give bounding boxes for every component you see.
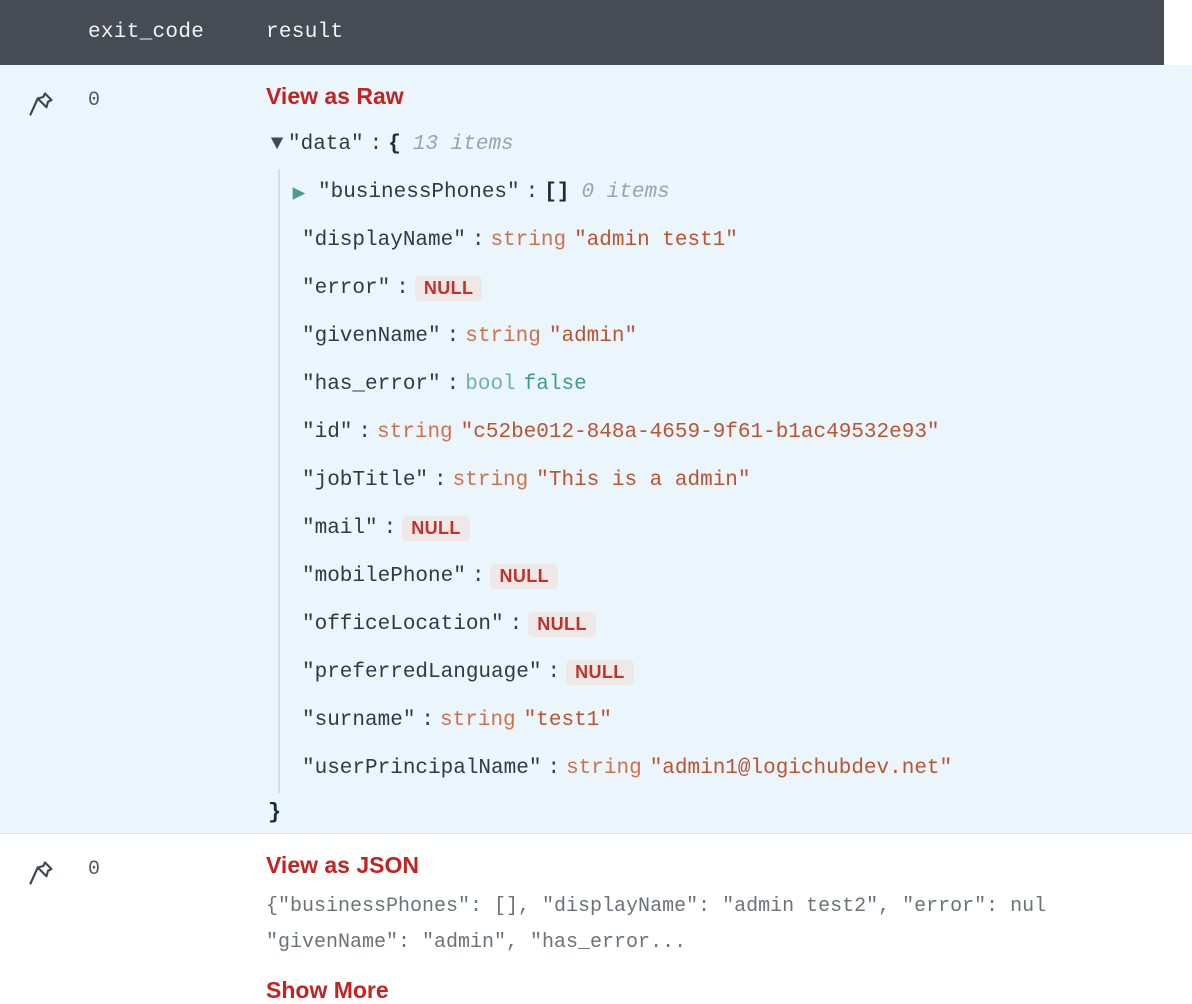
json-key: "userPrincipalName" <box>302 757 542 781</box>
json-node-businessPhones[interactable]: ▶ "businessPhones" : [] 0 items <box>288 169 1192 217</box>
json-key: "has_error" <box>302 373 441 397</box>
json-colon: : <box>547 661 561 685</box>
json-key: "mail" <box>302 517 378 541</box>
json-type-label: string <box>440 709 516 733</box>
json-node-givenName: "givenName" : string "admin" <box>288 313 1192 361</box>
json-key: "surname" <box>302 709 416 733</box>
json-value: "c52be012-848a-4659-9f61-b1ac49532e93" <box>460 421 940 445</box>
json-type-label: bool <box>465 373 516 397</box>
json-tree-children: ▶ "businessPhones" : [] 0 items "display… <box>266 168 1192 793</box>
result-cell-json: View as JSON {"businessPhones": [], "dis… <box>266 834 1192 1004</box>
json-empty-array: [] <box>544 181 570 205</box>
json-node-officeLocation: "officeLocation" : NULL <box>288 601 1192 649</box>
json-type-label: string <box>452 469 529 493</box>
table-row: 0 View as JSON {"businessPhones": [], "d… <box>0 832 1192 1004</box>
json-colon: : <box>525 181 539 205</box>
json-value: false <box>523 373 587 397</box>
json-null-badge: NULL <box>566 660 634 686</box>
result-table: exit_code result 0 View as Raw ▼ "data" … <box>0 0 1192 1004</box>
json-colon: : <box>396 277 409 301</box>
json-item-count: 13 items <box>412 133 514 157</box>
pin-icon[interactable] <box>26 89 56 124</box>
json-key: "businessPhones" <box>318 181 520 205</box>
json-key-data: "data" <box>288 133 364 157</box>
json-null-badge: NULL <box>402 516 470 542</box>
pin-icon[interactable] <box>26 858 56 893</box>
json-node-surname: "surname" : string "test1" <box>288 697 1192 745</box>
json-colon: : <box>471 229 485 253</box>
tree-guide-line <box>278 168 280 793</box>
json-colon: : <box>446 325 460 349</box>
pin-cell[interactable] <box>0 65 88 124</box>
json-null-badge: NULL <box>490 564 559 590</box>
json-null-badge: NULL <box>414 276 483 302</box>
json-type-label: string <box>490 229 567 253</box>
json-key: "jobTitle" <box>302 469 429 493</box>
chevron-right-icon[interactable]: ▶ <box>288 180 310 206</box>
json-value: "admin" <box>548 325 638 349</box>
json-node-mail: "mail" : NULL <box>288 505 1192 553</box>
exit-code-value: 0 <box>88 89 101 112</box>
json-node-preferredLanguage: "preferredLanguage" : NULL <box>288 649 1192 697</box>
json-value: "test1" <box>523 709 612 733</box>
json-node-id: "id" : string "c52be012-848a-4659-9f61-b… <box>288 409 1192 457</box>
json-type-label: string <box>377 421 453 445</box>
table-row: 0 View as Raw ▼ "data" : { 13 items ▶ "b… <box>0 65 1192 833</box>
json-colon: : <box>421 709 435 733</box>
json-value: "This is a admin" <box>536 469 751 493</box>
json-type-label: string <box>566 757 642 781</box>
json-colon: : <box>446 373 460 397</box>
json-node-userPrincipalName: "userPrincipalName" : string "admin1@log… <box>288 745 1192 793</box>
view-as-raw-link[interactable]: View as Raw <box>266 83 404 111</box>
exit-code-value: 0 <box>88 857 101 881</box>
json-key: "officeLocation" <box>302 613 504 637</box>
column-header-exit-code[interactable]: exit_code <box>88 21 266 44</box>
json-preview-line-2: "givenName": "admin", "has_error... <box>266 931 687 955</box>
json-key: "error" <box>302 277 391 301</box>
json-value: "admin test1" <box>574 229 738 253</box>
view-as-json-link[interactable]: View as JSON <box>266 852 419 880</box>
table-header-row: exit_code result <box>0 0 1164 65</box>
json-colon: : <box>547 757 561 781</box>
json-colon: : <box>434 469 447 493</box>
json-null-badge: NULL <box>528 612 596 638</box>
pin-cell[interactable] <box>0 834 88 893</box>
json-tree: ▼ "data" : { 13 items ▶ "businessPhones"… <box>266 121 1192 833</box>
json-node-mobilePhone: "mobilePhone" : NULL <box>288 553 1192 601</box>
json-node-jobTitle: "jobTitle" : string "This is a admin" <box>288 457 1192 505</box>
json-key: "givenName" <box>302 325 441 349</box>
json-key: "id" <box>302 421 353 445</box>
json-key: "displayName" <box>302 229 466 253</box>
json-node-displayName: "displayName" : string "admin test1" <box>288 217 1192 265</box>
json-node-has_error: "has_error" : bool false <box>288 361 1192 409</box>
json-colon: : <box>369 133 383 157</box>
show-more-link[interactable]: Show More <box>266 977 389 1004</box>
json-tree-root[interactable]: ▼ "data" : { 13 items <box>266 121 1192 169</box>
json-close-brace: } <box>268 800 282 826</box>
json-colon: : <box>509 613 523 637</box>
json-colon: : <box>383 517 397 541</box>
json-type-label: string <box>465 325 541 349</box>
json-node-error: "error" : NULL <box>288 265 1192 313</box>
json-item-count: 0 items <box>581 181 670 205</box>
result-cell-raw: View as Raw ▼ "data" : { 13 items ▶ "bus… <box>266 65 1192 833</box>
json-key: "preferredLanguage" <box>302 661 542 685</box>
json-colon: : <box>471 565 485 589</box>
json-value: "admin1@logichubdev.net" <box>649 757 953 781</box>
json-key: "mobilePhone" <box>302 565 466 589</box>
json-preview-line-1: {"businessPhones": [], "displayName": "a… <box>266 895 1047 919</box>
json-colon: : <box>358 421 372 445</box>
chevron-down-icon[interactable]: ▼ <box>266 133 288 156</box>
json-open-brace: { <box>388 133 401 157</box>
column-header-result[interactable]: result <box>266 21 1164 44</box>
